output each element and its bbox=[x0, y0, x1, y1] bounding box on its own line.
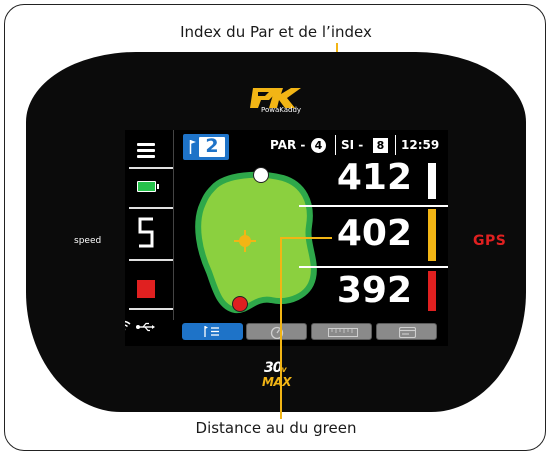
flag-icon bbox=[189, 140, 196, 154]
stop-icon[interactable] bbox=[137, 280, 155, 298]
tab-card[interactable] bbox=[376, 323, 437, 340]
front-pin-marker bbox=[232, 296, 248, 312]
logo-text: PowaKaddy bbox=[261, 106, 302, 114]
tab-ruler[interactable] bbox=[311, 323, 372, 340]
annotation-bottom-leader-h bbox=[280, 237, 332, 239]
clock: 12:59 bbox=[401, 138, 440, 152]
par-value-badge: 4 bbox=[311, 138, 326, 153]
green-map[interactable] bbox=[185, 164, 335, 324]
separator-2 bbox=[299, 266, 448, 268]
back-pin-marker bbox=[253, 167, 269, 183]
marker-back bbox=[428, 163, 436, 199]
speed-label: speed bbox=[74, 236, 102, 246]
gps-label: GPS bbox=[473, 233, 507, 249]
distance-center: 402 bbox=[336, 213, 412, 254]
speed-digit bbox=[138, 217, 154, 248]
header-divider-2 bbox=[395, 135, 396, 155]
separator-1 bbox=[299, 205, 448, 207]
model-sup: v bbox=[281, 365, 286, 374]
hole-number: 2 bbox=[205, 135, 219, 157]
hole-badge[interactable]: 2 bbox=[183, 134, 229, 160]
annotation-top: Index du Par et de l’index bbox=[180, 23, 372, 41]
si-label: SI - bbox=[341, 138, 364, 152]
target-crosshair-icon[interactable] bbox=[234, 230, 256, 252]
wifi-icon bbox=[125, 320, 131, 331]
ruler-icon bbox=[328, 328, 358, 337]
flag-list-icon bbox=[204, 326, 219, 337]
marker-front bbox=[428, 271, 436, 311]
menu-icon[interactable] bbox=[137, 143, 155, 159]
sidebar-divider bbox=[173, 130, 174, 320]
battery-icon bbox=[137, 181, 159, 192]
si-value-badge: 8 bbox=[373, 138, 388, 153]
header-divider-1 bbox=[335, 135, 336, 155]
par-label: PAR - bbox=[270, 138, 306, 152]
card-icon bbox=[399, 327, 416, 338]
marker-center bbox=[428, 209, 436, 261]
model-max: MAX bbox=[262, 375, 291, 389]
powakaddy-logo: PowaKaddy bbox=[247, 86, 307, 116]
annotation-bottom-leader-v bbox=[280, 237, 282, 419]
distance-front: 392 bbox=[336, 270, 412, 311]
usb-icon bbox=[136, 322, 155, 332]
model-number: 30 bbox=[264, 360, 283, 376]
annotation-bottom: Distance au du green bbox=[195, 419, 357, 437]
tab-gauge[interactable] bbox=[246, 323, 307, 340]
tab-hole-info[interactable] bbox=[182, 323, 243, 340]
distance-back: 412 bbox=[336, 157, 412, 198]
